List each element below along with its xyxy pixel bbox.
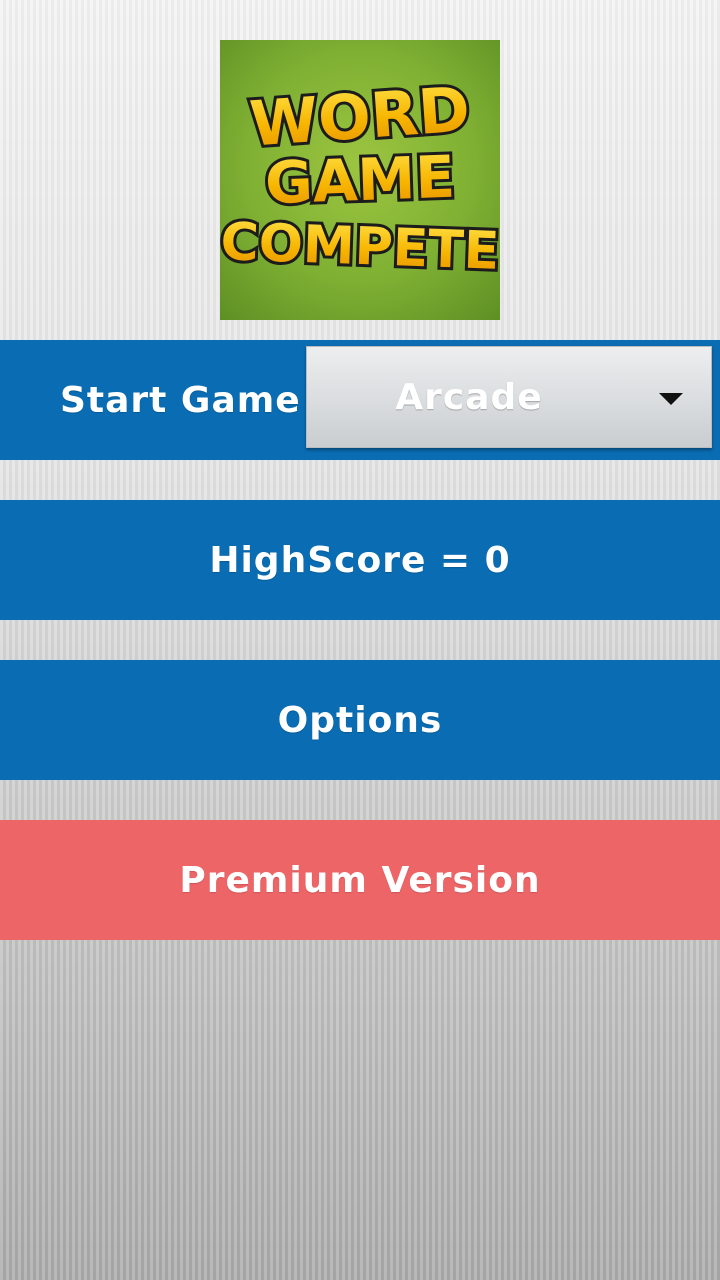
premium-label: Premium Version [179, 859, 541, 901]
app-logo: WORD GAME COMPETE [220, 40, 500, 320]
options-button[interactable]: Options [0, 660, 720, 780]
logo-line-game: GAME [264, 143, 456, 218]
start-game-bar: Start Game Arcade [0, 340, 720, 460]
start-game-button[interactable]: Start Game [60, 340, 300, 460]
options-label: Options [277, 699, 443, 741]
highscore-label: HighScore = 0 [209, 539, 511, 581]
logo-graphic: WORD GAME COMPETE [220, 69, 500, 284]
highscore-button[interactable]: HighScore = 0 [0, 500, 720, 620]
premium-version-button[interactable]: Premium Version [0, 820, 720, 940]
chevron-down-icon [659, 393, 683, 405]
logo-line-compete: COMPETE [220, 212, 500, 282]
game-mode-select[interactable]: Arcade [306, 346, 712, 448]
game-mode-value: Arcade [395, 376, 543, 418]
